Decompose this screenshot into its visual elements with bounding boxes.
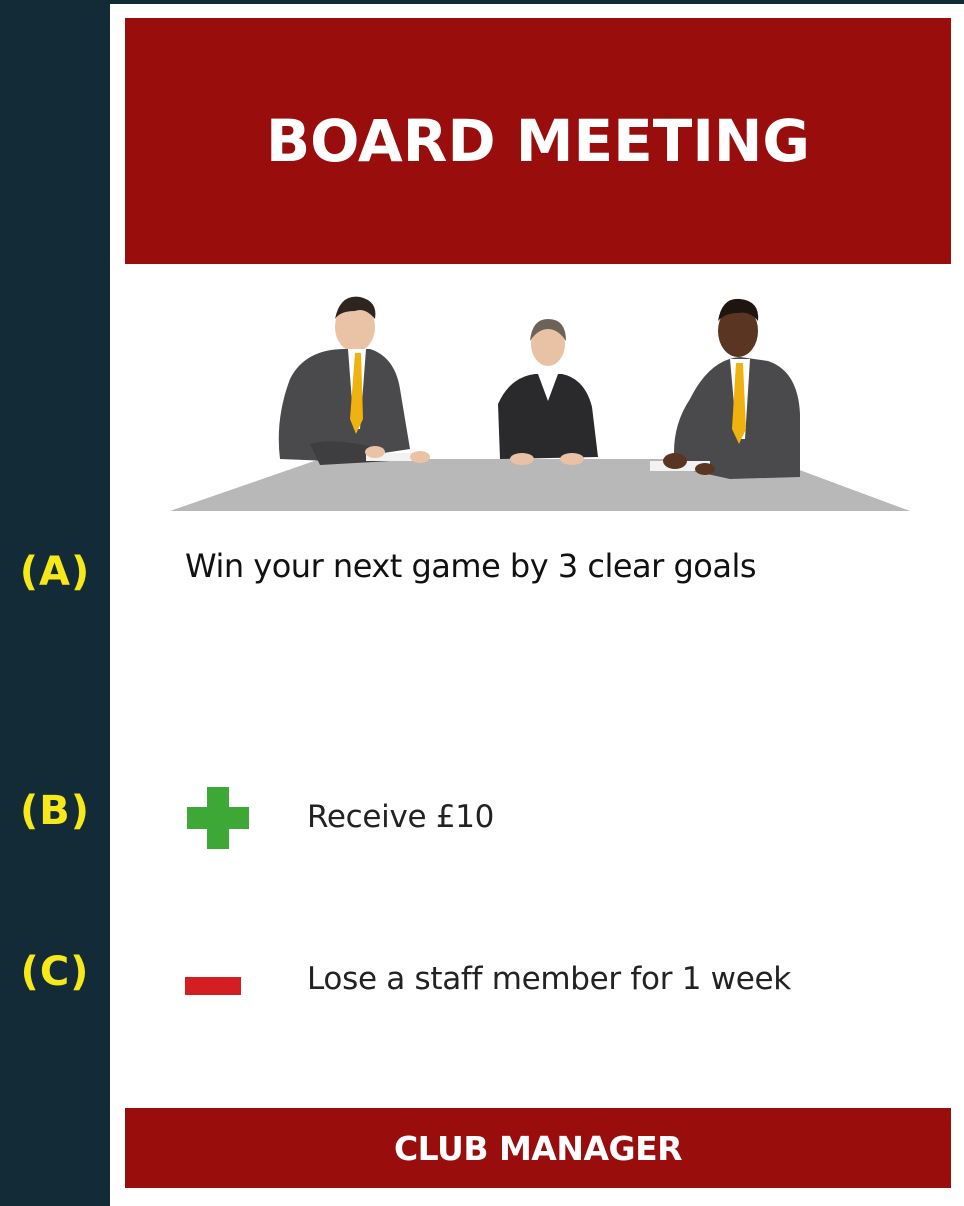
minus-icon — [185, 977, 241, 995]
board-meeting-card[interactable]: BOARD MEETING Win your next game by 3 cl… — [110, 4, 964, 1206]
reward-row: Receive £10 — [185, 782, 945, 852]
reward-text: Receive £10 — [307, 799, 495, 835]
right-board-member — [650, 298, 800, 479]
option-label-a: (A) — [19, 549, 91, 595]
plus-icon — [187, 787, 249, 849]
card-header: BOARD MEETING — [125, 18, 951, 264]
middle-board-member — [498, 319, 598, 465]
option-label-c: (C) — [20, 949, 90, 995]
penalty-text: Lose a staff member for 1 week — [307, 961, 791, 997]
board-members-illustration — [170, 296, 910, 511]
penalty-row: Lose a staff member for 1 week — [185, 944, 945, 1014]
footer-brand: CLUB MANAGER — [393, 1128, 683, 1168]
option-label-b: (B) — [19, 788, 91, 834]
objective-text: Win your next game by 3 clear goals — [185, 547, 757, 585]
game-screen: (A) (B) (C) BOARD MEETING Win your next … — [0, 0, 964, 1206]
left-board-member — [278, 296, 430, 465]
card-title: BOARD MEETING — [265, 107, 811, 175]
card-footer: CLUB MANAGER — [125, 1108, 951, 1188]
